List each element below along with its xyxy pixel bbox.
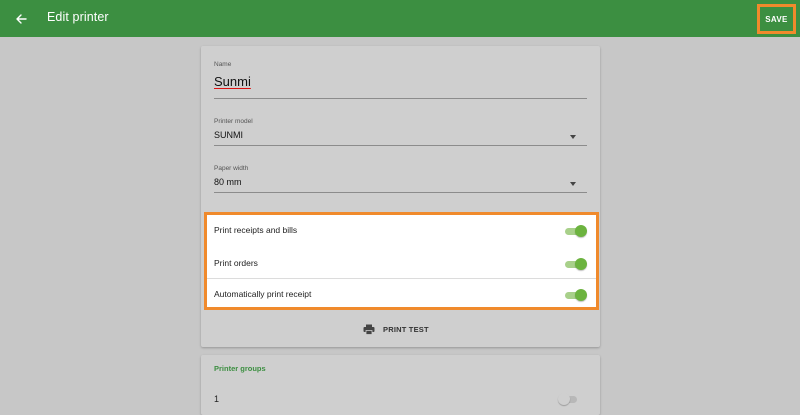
app-bar: Edit printer SAVE (0, 0, 800, 37)
paper-width-label: Paper width (214, 165, 249, 172)
printer-groups-title: Printer groups (214, 364, 266, 373)
print-orders-switch[interactable] (565, 257, 587, 271)
printer-model-label: Printer model (214, 118, 253, 125)
toggle-row-print-orders[interactable]: Print orders (207, 248, 596, 281)
toggle-label: Print receipts and bills (214, 225, 298, 235)
back-button[interactable] (10, 8, 32, 30)
arrow-left-icon (16, 14, 27, 24)
save-button[interactable]: SAVE (757, 4, 796, 34)
auto-print-receipt-switch[interactable] (565, 288, 587, 302)
print-test-button[interactable]: PRINT TEST (363, 322, 429, 336)
print-test-label: PRINT TEST (383, 324, 429, 334)
paper-width-value[interactable]: 80 mm (214, 177, 242, 187)
page-title: Edit printer (47, 10, 109, 24)
toggle-row-print-receipts[interactable]: Print receipts and bills (207, 215, 596, 248)
printer-group-switch[interactable] (558, 392, 579, 406)
printer-icon (363, 324, 375, 335)
print-options-section: Print receipts and bills Print orders Au… (204, 212, 599, 310)
printer-model-underline (214, 145, 587, 146)
printer-model-select[interactable]: Printer model SUNMI (214, 118, 587, 148)
chevron-down-icon[interactable] (570, 182, 576, 186)
name-label: Name (214, 61, 232, 68)
print-receipts-switch[interactable] (565, 224, 587, 238)
switch-knob (575, 289, 587, 301)
name-field[interactable]: Name Sunmi (214, 61, 587, 101)
name-input[interactable]: Sunmi (214, 74, 251, 89)
save-button-label: SAVE (765, 14, 788, 24)
chevron-down-icon[interactable] (570, 135, 576, 139)
toggle-label: Automatically print receipt (214, 289, 312, 299)
printer-group-label: 1 (214, 394, 220, 404)
toggle-label: Print orders (214, 258, 258, 268)
paper-width-select[interactable]: Paper width 80 mm (214, 165, 587, 195)
name-underline (214, 98, 587, 99)
paper-width-underline (214, 192, 587, 193)
switch-knob (558, 393, 570, 405)
toggle-row-auto-print-receipt[interactable]: Automatically print receipt (207, 278, 596, 311)
switch-knob (575, 225, 587, 237)
printer-model-value[interactable]: SUNMI (214, 130, 243, 140)
printer-groups-card: Printer groups 1 (201, 355, 600, 415)
switch-knob (575, 258, 587, 270)
